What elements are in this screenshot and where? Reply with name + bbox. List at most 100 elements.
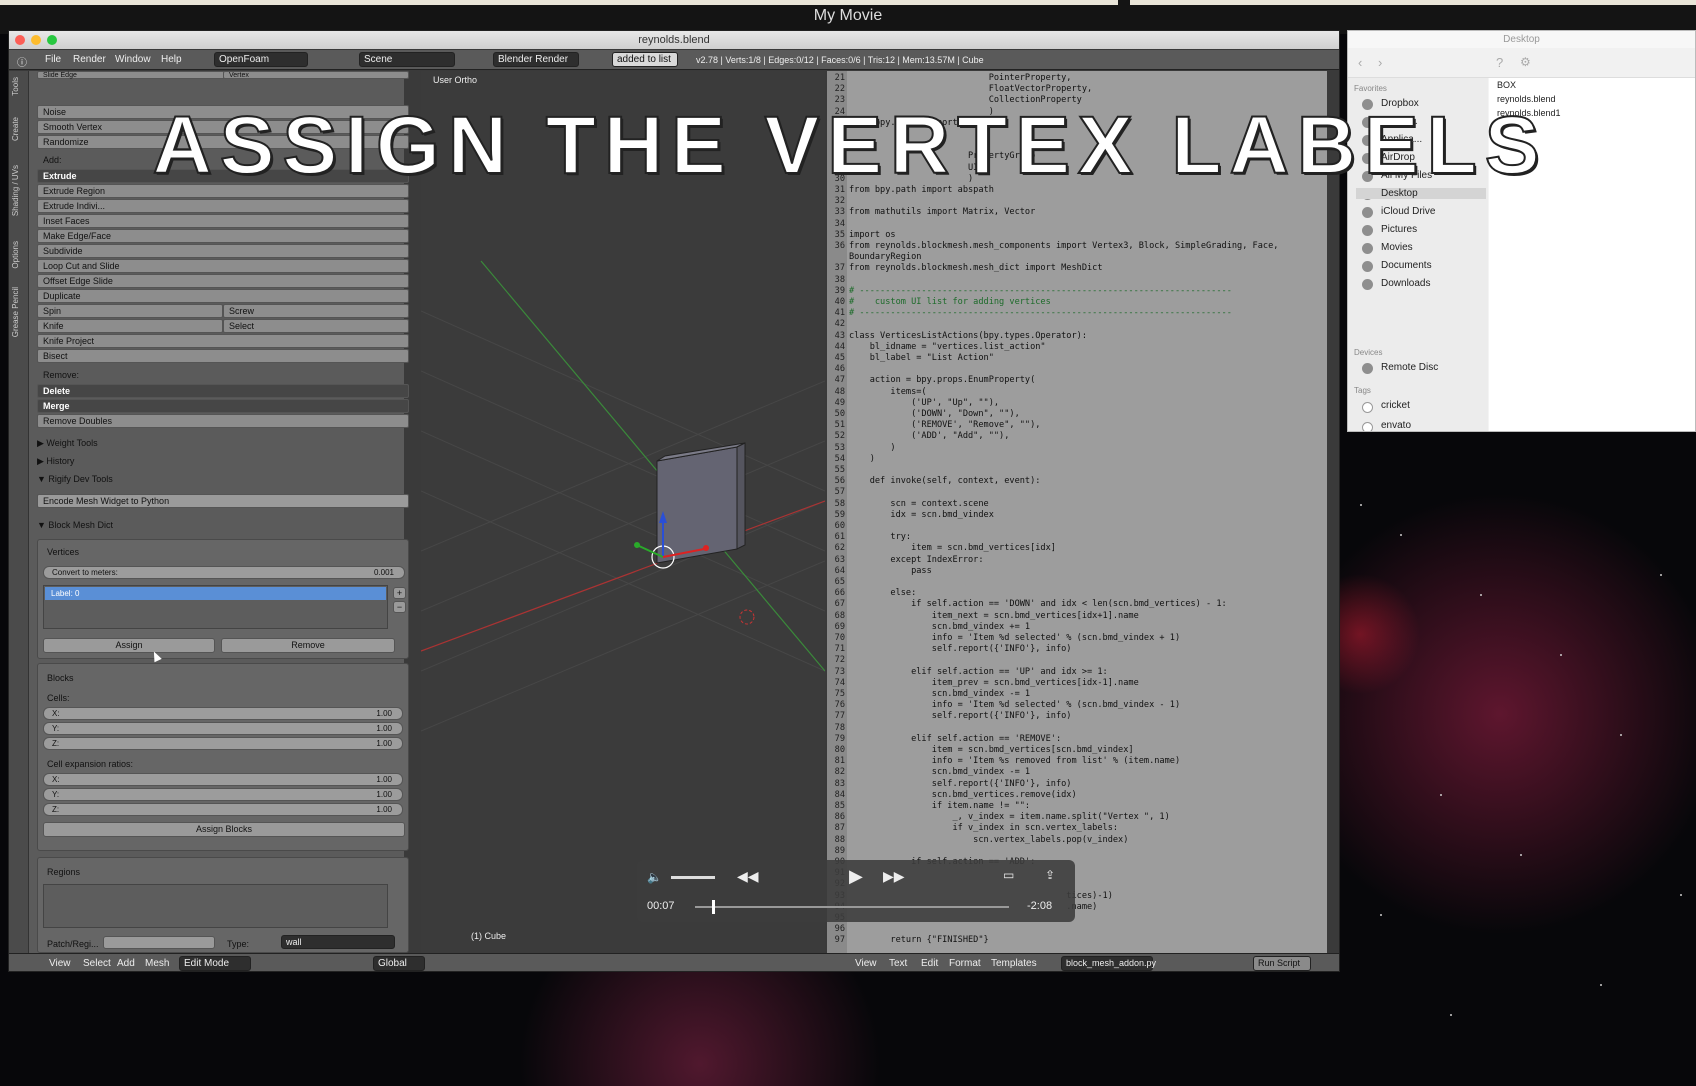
tag-icon [1362, 422, 1373, 431]
merge-dropdown[interactable]: Merge [37, 399, 409, 413]
back-icon[interactable]: ‹ [1358, 55, 1362, 70]
remove-item-button[interactable]: − [393, 601, 406, 613]
run-script-button[interactable]: Run Script [1253, 956, 1311, 971]
list-item-selected[interactable]: Label: 0 [45, 587, 386, 600]
tab-options[interactable]: Options [11, 241, 25, 269]
text-file-selector[interactable]: block_mesh_addon.py [1061, 956, 1156, 971]
menu-view[interactable]: View [49, 958, 71, 969]
assign-blocks-button[interactable]: Assign Blocks [43, 822, 405, 837]
type-select[interactable]: wall [281, 935, 395, 949]
patch-region-input[interactable] [103, 936, 215, 949]
ratio-x-field[interactable]: X: 1.00 [43, 773, 403, 786]
volume-icon[interactable]: 🔈 [647, 870, 662, 884]
screen-layout-selector[interactable]: OpenFoam [214, 52, 308, 67]
line-number: 55 [834, 465, 845, 475]
airplay-icon[interactable]: ▭ [1003, 868, 1014, 882]
file-box[interactable]: BOX [1497, 80, 1516, 90]
convert-to-meters-field[interactable]: Convert to meters: 0.001 [43, 566, 405, 579]
remove-vertex-button[interactable]: Remove [221, 638, 395, 653]
info-icon[interactable]: ⓘ [17, 54, 27, 69]
text-editor[interactable]: 21 PointerProperty, 22 FloatVectorPropert… [827, 71, 1327, 953]
fast-forward-icon[interactable]: ▶▶ [883, 868, 905, 885]
volume-slider[interactable] [671, 876, 715, 879]
sidebar-item-favorite[interactable]: Downloads [1381, 278, 1430, 289]
assign-vertex-button[interactable]: Assign [43, 638, 215, 653]
add-item-button[interactable]: + [393, 587, 406, 599]
minimize-button[interactable] [31, 35, 41, 45]
cells-x-field[interactable]: X: 1.00 [43, 707, 403, 720]
make-edge-face-button[interactable]: Make Edge/Face [37, 229, 409, 243]
menu-help[interactable]: Help [161, 54, 182, 65]
orientation-selector[interactable]: Global [373, 956, 425, 971]
tab-create[interactable]: Create [11, 117, 25, 141]
offset-edge-slide-button[interactable]: Offset Edge Slide [37, 274, 409, 288]
vertex-button[interactable]: Vertex [223, 71, 409, 79]
bisect-button[interactable]: Bisect [37, 349, 409, 363]
tab-tools[interactable]: Tools [11, 77, 25, 96]
screw-button[interactable]: Screw [223, 304, 409, 318]
tag-cricket[interactable]: cricket [1381, 400, 1410, 411]
menu-window[interactable]: Window [115, 54, 151, 65]
sidebar-item-favorite[interactable]: iCloud Drive [1381, 206, 1435, 217]
tab-grease-pencil[interactable]: Grease Pencil [11, 287, 25, 337]
encode-mesh-widget-button[interactable]: Encode Mesh Widget to Python [37, 494, 409, 508]
3d-viewport[interactable]: User Ortho (1) Cube [421, 71, 825, 953]
block-mesh-dict-panel[interactable]: ▼ Block Mesh Dict [37, 517, 409, 533]
history-panel[interactable]: ▶ History [37, 453, 409, 469]
help-icon[interactable]: ? [1496, 55, 1503, 70]
extrude-individual-button[interactable]: Extrude Indivi... [37, 199, 409, 213]
rigify-dev-tools-panel[interactable]: ▼ Rigify Dev Tools [37, 471, 409, 487]
sidebar-item-remote-disc[interactable]: Remote Disc [1381, 362, 1438, 373]
tag-envato[interactable]: envato [1381, 420, 1411, 431]
forward-icon[interactable]: › [1378, 55, 1382, 70]
play-icon[interactable]: ▶ [849, 866, 863, 887]
line-number: 70 [834, 633, 845, 643]
text-menu-view[interactable]: View [855, 958, 877, 969]
spin-button[interactable]: Spin [37, 304, 223, 318]
sidebar-item-favorite[interactable]: Movies [1381, 242, 1413, 253]
subdivide-button[interactable]: Subdivide [37, 244, 409, 258]
knife-project-button[interactable]: Knife Project [37, 334, 409, 348]
gear-icon[interactable]: ⚙ [1520, 55, 1531, 69]
history-title: History [46, 456, 75, 466]
line-number: 53 [834, 442, 845, 453]
menu-add[interactable]: Add [117, 958, 135, 969]
folder-icon [1362, 261, 1373, 272]
knife-button[interactable]: Knife [37, 319, 223, 333]
progress-track[interactable] [695, 906, 1009, 908]
text-menu-templates[interactable]: Templates [991, 958, 1037, 969]
delete-dropdown[interactable]: Delete [37, 384, 409, 398]
text-menu-text[interactable]: Text [889, 958, 907, 969]
render-engine-selector[interactable]: Blender Render [493, 52, 579, 67]
rewind-icon[interactable]: ◀◀ [737, 868, 759, 885]
text-menu-format[interactable]: Format [949, 958, 981, 969]
share-icon[interactable]: ⇪ [1045, 868, 1055, 882]
menu-select[interactable]: Select [83, 958, 111, 969]
ratio-y-field[interactable]: Y: 1.00 [43, 788, 403, 801]
progress-knob[interactable] [712, 900, 716, 914]
inset-faces-button[interactable]: Inset Faces [37, 214, 409, 228]
close-button[interactable] [15, 35, 25, 45]
weight-tools-panel[interactable]: ▶ Weight Tools [37, 435, 409, 451]
cells-z-field[interactable]: Z: 1.00 [43, 737, 403, 750]
menu-render[interactable]: Render [73, 54, 106, 65]
code-line: except IndexError: [849, 554, 984, 565]
regions-list[interactable] [43, 884, 388, 928]
knife-select-button[interactable]: Select [223, 319, 409, 333]
zoom-button[interactable] [47, 35, 57, 45]
remove-doubles-button[interactable]: Remove Doubles [37, 414, 409, 428]
text-menu-edit[interactable]: Edit [921, 958, 938, 969]
menu-mesh[interactable]: Mesh [145, 958, 169, 969]
mode-selector[interactable]: Edit Mode [179, 956, 251, 971]
line-number: 51 [834, 420, 845, 431]
sidebar-item-favorite[interactable]: Documents [1381, 260, 1432, 271]
duplicate-button[interactable]: Duplicate [37, 289, 409, 303]
tab-shading-uvs[interactable]: Shading / UVs [11, 165, 25, 216]
sidebar-item-favorite[interactable]: Pictures [1381, 224, 1417, 235]
app-title[interactable]: My Movie [0, 7, 1696, 25]
scene-selector[interactable]: Scene [359, 52, 455, 67]
ratio-z-field[interactable]: Z: 1.00 [43, 803, 403, 816]
loop-cut-button[interactable]: Loop Cut and Slide [37, 259, 409, 273]
cells-y-field[interactable]: Y: 1.00 [43, 722, 403, 735]
menu-file[interactable]: File [45, 54, 61, 65]
